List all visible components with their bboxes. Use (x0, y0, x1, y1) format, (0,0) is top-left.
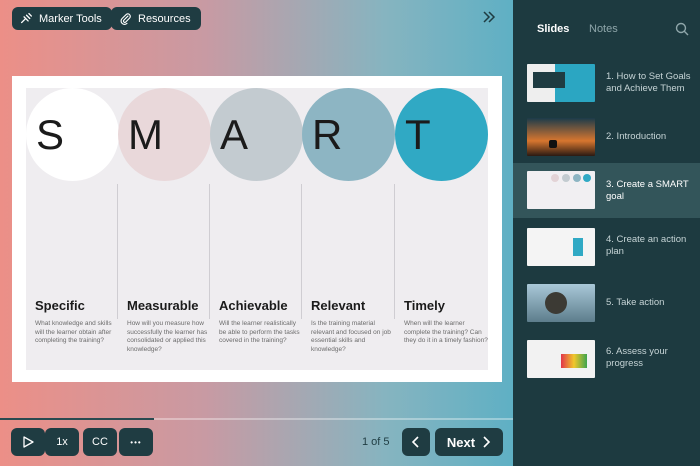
smart-heading: Timely (404, 298, 445, 313)
play-icon (23, 436, 34, 448)
chevron-left-icon (411, 436, 419, 448)
smart-circle: T (395, 88, 488, 181)
search-icon[interactable] (675, 22, 689, 36)
column-divider (394, 184, 395, 319)
chevron-right-icon (483, 436, 491, 448)
smart-description: Is the training material relevant and fo… (311, 320, 391, 353)
slide-thumbnail-6 (527, 340, 595, 378)
sidebar-item-6[interactable]: 6. Assess your progress (513, 332, 700, 387)
page-counter: 1 of 5 (362, 436, 390, 448)
previous-button[interactable] (402, 428, 430, 456)
smart-circle: R (302, 88, 395, 181)
sidebar-item-label: 6. Assess your progress (606, 346, 668, 369)
smart-description: Will the learner realistically be able t… (219, 320, 300, 344)
smart-slide: S Specific What knowledge and skills will … (26, 88, 488, 370)
next-label: Next (446, 434, 476, 450)
slide-thumbnail-5 (527, 284, 595, 322)
sidebar-item-label: 5. Take action (606, 297, 665, 308)
smart-heading: Relevant (311, 298, 366, 313)
marker-tools-label: Marker Tools (39, 12, 102, 25)
smart-heading: Achievable (219, 298, 288, 313)
tab-notes[interactable]: Notes (589, 23, 618, 35)
smart-circle: M (118, 88, 211, 181)
progress-bar[interactable] (0, 418, 513, 420)
more-options-button[interactable]: ••• (119, 428, 153, 456)
marker-tools-button[interactable]: Marker Tools (12, 7, 112, 30)
next-button[interactable]: Next (435, 428, 503, 456)
sidebar-item-label: 4. Create an action plan (606, 234, 687, 257)
slide-thumbnail-2 (527, 118, 595, 156)
captions-button[interactable]: CC (83, 428, 117, 456)
sidebar-item-5[interactable]: 5. Take action (513, 275, 700, 330)
smart-circle: A (210, 88, 303, 181)
resources-button[interactable]: Resources (111, 7, 201, 30)
slide-thumbnail-4 (527, 228, 595, 266)
sidebar-item-label: 3. Create a SMART goal (606, 179, 689, 202)
marker-icon (20, 12, 33, 24)
column-divider (117, 184, 118, 319)
smart-description: When will the learner complete the train… (404, 320, 488, 344)
playback-speed-button[interactable]: 1x (45, 428, 79, 456)
smart-circle: S (26, 88, 119, 181)
slide-thumbnail-1 (527, 64, 595, 102)
smart-heading: Measurable (127, 298, 199, 313)
smart-description: How will you measure how successfully th… (127, 320, 208, 353)
sidebar-item-label: 2. Introduction (606, 131, 667, 142)
double-chevron-right-icon (483, 11, 496, 23)
slides-sidebar: Slides Notes 1. How to Set Goals and Ach… (513, 0, 700, 466)
collapse-sidebar-button[interactable] (482, 10, 496, 27)
slide-canvas: S Specific What knowledge and skills will … (12, 76, 502, 382)
sidebar-item-4[interactable]: 4. Create an action plan (513, 220, 700, 275)
tab-slides[interactable]: Slides (537, 23, 569, 35)
paperclip-icon (120, 13, 131, 25)
smart-description: What knowledge and skills will the learn… (35, 320, 112, 344)
slide-thumbnail-3 (527, 171, 595, 209)
slide-stage: Marker Tools Resources S Specific What kno… (0, 0, 513, 466)
sidebar-item-1[interactable]: 1. How to Set Goals and Achieve Them (513, 55, 700, 110)
sidebar-item-2[interactable]: 2. Introduction (513, 111, 700, 166)
smart-heading: Specific (35, 298, 85, 313)
progress-fill (0, 418, 154, 420)
column-divider (209, 184, 210, 319)
resources-label: Resources (138, 12, 191, 25)
play-button[interactable] (11, 428, 45, 456)
column-divider (301, 184, 302, 319)
sidebar-item-label: 1. How to Set Goals and Achieve Them (606, 71, 691, 94)
sidebar-item-3[interactable]: 3. Create a SMART goal (513, 163, 700, 218)
